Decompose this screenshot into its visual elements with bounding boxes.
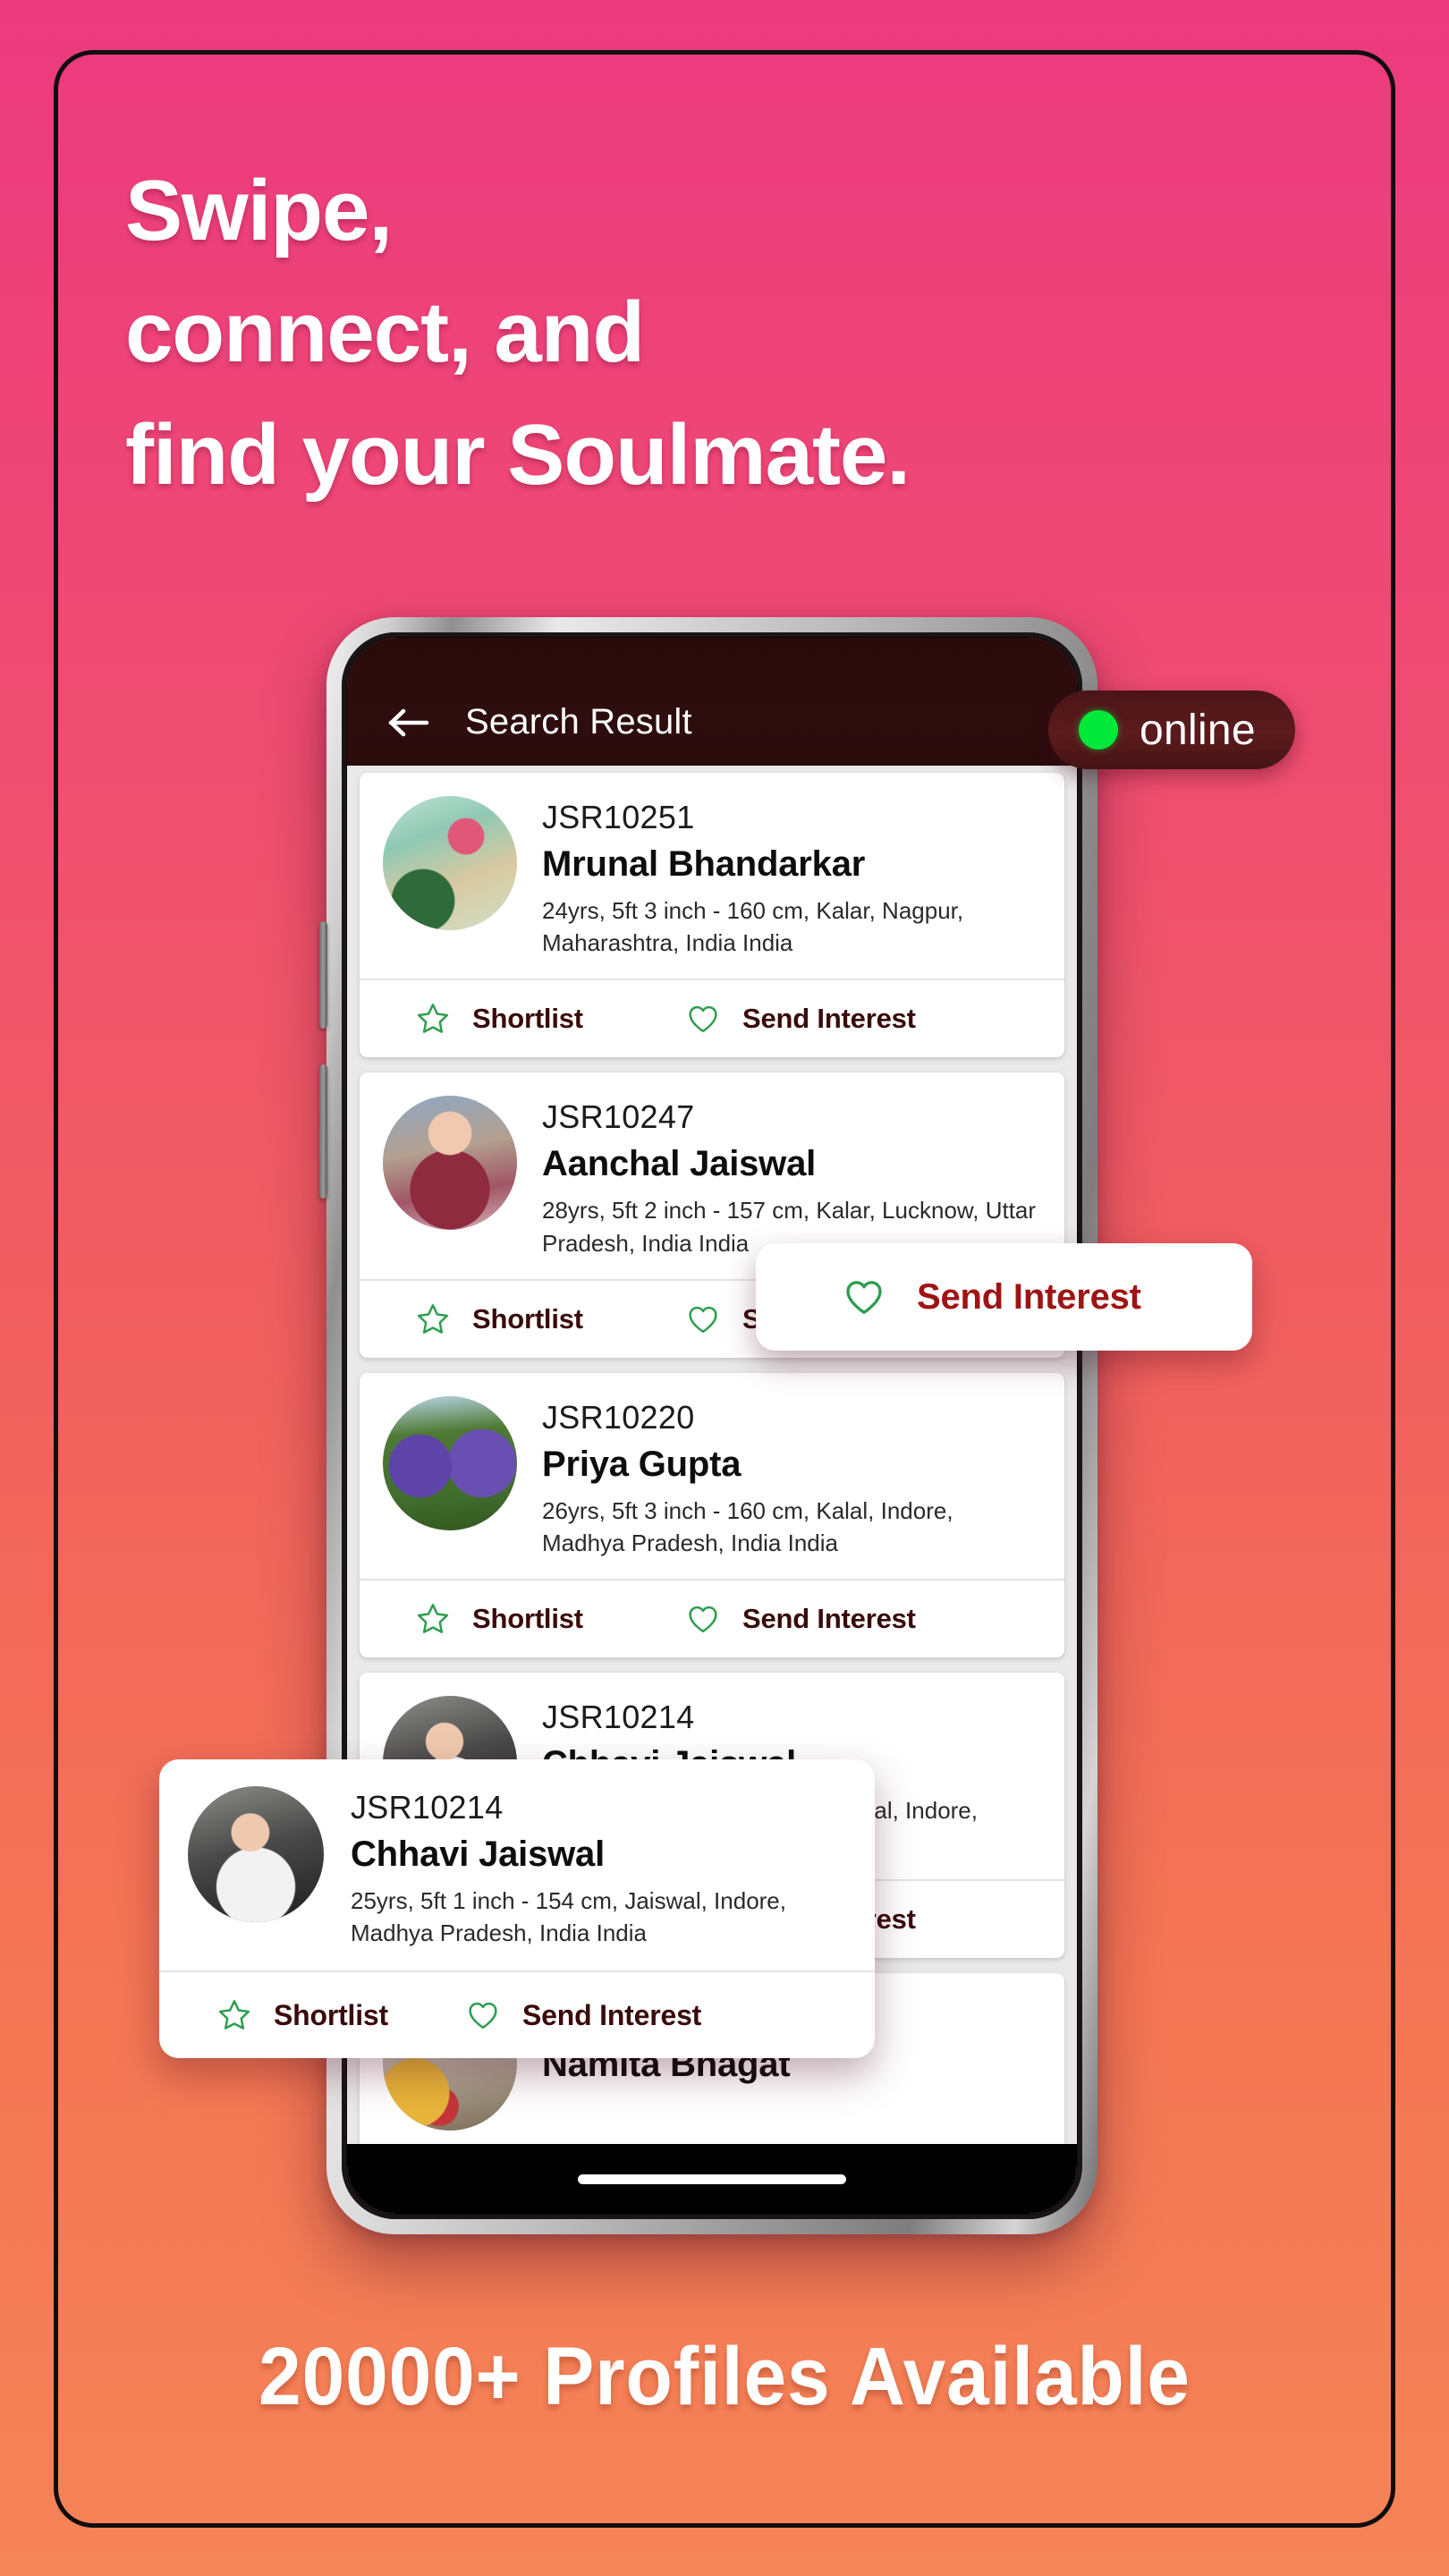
- app-bar: Search Result: [347, 638, 1077, 766]
- send-interest-button[interactable]: Send Interest: [678, 1001, 916, 1037]
- shortlist-label: Shortlist: [472, 1003, 583, 1035]
- send-interest-label: Send Interest: [742, 1003, 916, 1035]
- heart-outline-icon: [685, 1601, 721, 1637]
- star-outline-icon: [415, 1601, 451, 1637]
- heart-outline-icon: [685, 1301, 721, 1337]
- profile-name: Aanchal Jaiswal: [542, 1144, 817, 1184]
- headline-line-2: connect, and: [125, 284, 645, 381]
- home-indicator: [347, 2144, 1077, 2214]
- volume-down-button[interactable]: [319, 1064, 327, 1199]
- headline-line-3: find your Soulmate.: [125, 406, 911, 503]
- avatar[interactable]: [383, 1096, 517, 1231]
- profile-id: JSR10214: [351, 1789, 504, 1826]
- shortlist-label: Shortlist: [472, 1603, 583, 1635]
- status-badge-label: online: [1140, 706, 1256, 754]
- shortlist-button[interactable]: Shortlist: [383, 1301, 678, 1337]
- send-interest-button[interactable]: Send Interest: [458, 1997, 701, 2033]
- profile-id: JSR10220: [542, 1398, 695, 1436]
- profile-actions: Shortlist Send Interest: [159, 1970, 875, 2058]
- back-arrow-icon[interactable]: [388, 707, 429, 739]
- profile-meta: 24yrs, 5ft 3 inch - 160 cm, Kalar, Nagpu…: [542, 896, 964, 957]
- avatar[interactable]: [383, 1395, 517, 1530]
- profile-meta: 26yrs, 5ft 3 inch - 160 cm, Kalal, Indor…: [542, 1496, 953, 1557]
- shortlist-button[interactable]: Shortlist: [383, 1601, 678, 1637]
- star-outline-icon: [216, 1997, 252, 2033]
- send-interest-label: Send Interest: [522, 1998, 702, 2031]
- heart-outline-icon: [842, 1275, 886, 1319]
- heart-outline-icon: [685, 1001, 721, 1037]
- heart-outline-icon: [465, 1997, 501, 2033]
- poster-stage: Swipe, connect, and find your Soulmate.: [0, 0, 1449, 2576]
- online-dot-icon: [1079, 710, 1118, 750]
- floating-send-interest-label: Send Interest: [917, 1276, 1141, 1317]
- profile-name: Mrunal Bhandarkar: [542, 843, 866, 884]
- profile-id: JSR10251: [542, 799, 695, 835]
- profile-id: JSR10247: [542, 1098, 695, 1136]
- bottom-banner: 20000+ Profiles Available: [258, 2331, 1191, 2422]
- star-outline-icon: [415, 1001, 451, 1037]
- star-outline-icon: [415, 1301, 451, 1337]
- profile-name: Chhavi Jaiswal: [351, 1834, 605, 1874]
- shortlist-label: Shortlist: [472, 1302, 583, 1335]
- shortlist-label: Shortlist: [274, 1998, 388, 2031]
- send-interest-label: Send Interest: [742, 1603, 916, 1635]
- floating-profile-card[interactable]: JSR10214 Chhavi Jaiswal 25yrs, 5ft 1 inc…: [159, 1759, 875, 2059]
- profile-actions: Shortlist Send Interest: [360, 1579, 1064, 1657]
- profile-actions: Shortlist Send Interest: [360, 979, 1064, 1057]
- status-badge: online: [1048, 691, 1295, 769]
- profile-name: Priya Gupta: [542, 1444, 741, 1484]
- page-title: Search Result: [465, 702, 692, 741]
- profile-meta: 25yrs, 5ft 1 inch - 154 cm, Jaiswal, Ind…: [351, 1886, 786, 1947]
- floating-send-interest-button[interactable]: Send Interest: [756, 1243, 1252, 1351]
- profile-id: JSR10214: [542, 1699, 695, 1736]
- shortlist-button[interactable]: Shortlist: [190, 1997, 458, 2033]
- send-interest-button[interactable]: Send Interest: [678, 1601, 916, 1637]
- volume-up-button[interactable]: [319, 921, 327, 1029]
- avatar[interactable]: [188, 1786, 324, 1922]
- profile-card[interactable]: JSR10251 Mrunal Bhandarkar 24yrs, 5ft 3 …: [360, 773, 1064, 1058]
- profile-card[interactable]: JSR10220 Priya Gupta 26yrs, 5ft 3 inch -…: [360, 1372, 1064, 1658]
- headline-line-1: Swipe,: [125, 163, 393, 258]
- avatar[interactable]: [383, 796, 517, 930]
- poster-headline: Swipe, connect, and find your Soulmate.: [125, 150, 1279, 516]
- shortlist-button[interactable]: Shortlist: [383, 1001, 678, 1037]
